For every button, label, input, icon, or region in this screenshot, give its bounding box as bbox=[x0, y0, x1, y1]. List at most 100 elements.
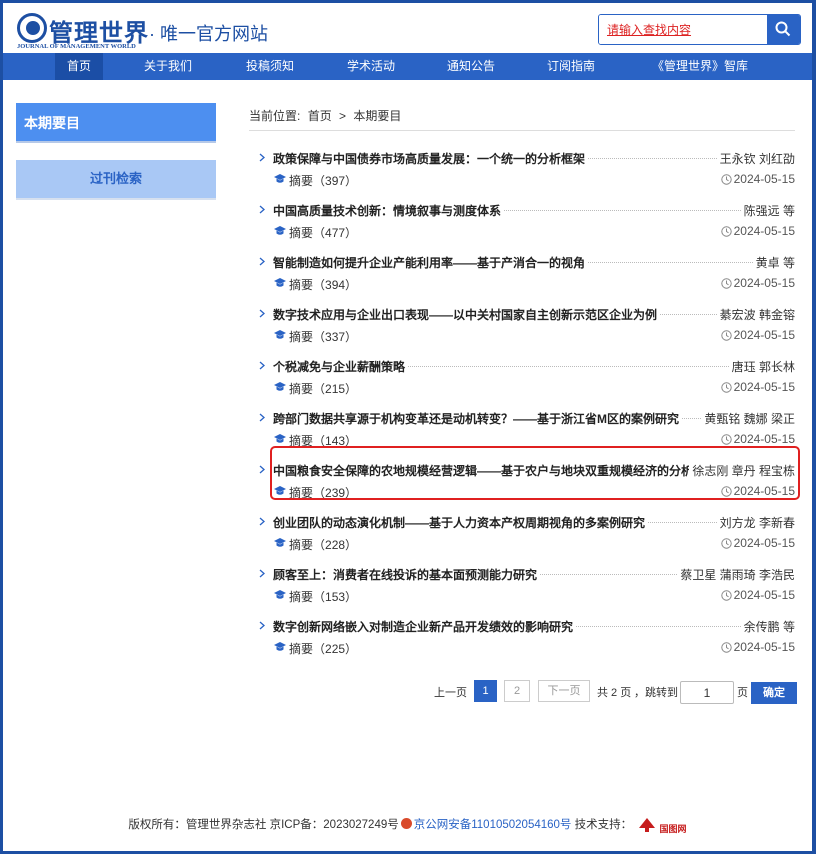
article-date: 2024-05-15 bbox=[720, 328, 795, 342]
site-logo[interactable]: 管理世界 JOURNAL OF MANAGEMENT WORLD bbox=[17, 13, 148, 51]
article-title[interactable]: 数字技术应用与企业出口表现——以中关村国家自主创新示范区企业为例 bbox=[273, 306, 660, 323]
article-title[interactable]: 智能制造如何提升企业产能利用率——基于产消合一的视角 bbox=[273, 254, 588, 271]
search-icon bbox=[775, 21, 791, 37]
nav-item-think-tank[interactable]: 《管理世界》智库 bbox=[645, 53, 755, 80]
abstract-link[interactable]: 摘要（153） bbox=[274, 588, 357, 605]
article-item: 智能制造如何提升企业产能利用率——基于产消合一的视角 黄卓 等摘要（394） 202… bbox=[249, 247, 795, 299]
article-title-row: 创业团队的动态演化机制——基于人力资本产权周期视角的多案例研究 刘方龙 李新春 bbox=[249, 514, 795, 531]
abstract-link[interactable]: 摘要（225） bbox=[274, 640, 358, 657]
abstract-link[interactable]: 摘要（215） bbox=[274, 380, 357, 397]
article-title[interactable]: 个税减免与企业薪酬策略 bbox=[273, 358, 408, 375]
graduation-cap-icon bbox=[274, 642, 286, 651]
article-meta-row: 摘要（394） 2024-05-15 bbox=[249, 276, 795, 292]
support-logo[interactable]: 国图网 bbox=[638, 818, 687, 835]
sidebar-item-current-issue[interactable]: 本期要目 bbox=[16, 103, 216, 143]
abstract-link[interactable]: 摘要（143） bbox=[274, 432, 357, 449]
abstract-count: （225） bbox=[313, 642, 358, 656]
article-authors: 徐志刚 章丹 程宝栋 bbox=[689, 462, 795, 479]
article-title[interactable]: 中国粮食安全保障的农地规模经营逻辑——基于农户与地块双重规模经济的分析视角 bbox=[273, 462, 720, 479]
graduation-cap-icon bbox=[274, 330, 286, 339]
abstract-link[interactable]: 摘要（239） bbox=[274, 484, 357, 501]
footer: 版权所有：管理世界杂志社 京ICP备：2023027249号 京公网安备11010… bbox=[3, 816, 812, 835]
pagination-prev[interactable]: 上一页 bbox=[434, 684, 467, 700]
site-slogan: · 唯一官方网站 bbox=[149, 24, 268, 44]
article-title[interactable]: 跨部门数据共享源于机构变革还是动机转变？——基于浙江省M区的案例研究 bbox=[273, 410, 681, 427]
article-title[interactable]: 政策保障与中国债券市场高质量发展：一个统一的分析框架 bbox=[273, 150, 588, 167]
footer-copyright: 版权所有：管理世界杂志社 京ICP备：2023027249号 bbox=[128, 819, 399, 831]
abstract-count: （394） bbox=[313, 278, 358, 292]
article-authors: 蔡卫星 蒲雨琦 李浩民 bbox=[677, 566, 795, 583]
search-input[interactable] bbox=[599, 15, 765, 44]
sidebar-item-archive-search[interactable]: 过刊检索 bbox=[16, 160, 216, 200]
abstract-label: 摘要 bbox=[289, 330, 314, 344]
article-title[interactable]: 创业团队的动态演化机制——基于人力资本产权周期视角的多案例研究 bbox=[273, 514, 648, 531]
article-title-row: 顾客至上：消费者在线投诉的基本面预测能力研究 蔡卫星 蒲雨琦 李浩民 bbox=[249, 566, 795, 583]
article-title-row: 数字创新网络嵌入对制造企业新产品开发绩效的影响研究 余传鹏 等 bbox=[249, 618, 795, 635]
footer-police-record[interactable]: 京公网安备11010502054160号 bbox=[414, 819, 572, 831]
article-authors: 唐珏 郭长林 bbox=[728, 358, 795, 375]
clock-icon bbox=[720, 642, 732, 653]
search-button[interactable] bbox=[767, 15, 800, 44]
footer-support-label: 技术支持： bbox=[574, 819, 633, 831]
chevron-right-icon bbox=[259, 309, 265, 318]
article-authors: 王永钦 刘红劭 bbox=[716, 150, 795, 167]
article-item: 跨部门数据共享源于机构变革还是动机转变？——基于浙江省M区的案例研究 黄甄铭 魏娜… bbox=[249, 403, 795, 455]
header: 管理世界 JOURNAL OF MANAGEMENT WORLD · 唯一官方网… bbox=[3, 3, 812, 53]
abstract-label: 摘要 bbox=[289, 174, 314, 188]
article-date-text: 2024-05-15 bbox=[733, 536, 795, 550]
article-title[interactable]: 中国高质量技术创新：情境叙事与测度体系 bbox=[273, 202, 504, 219]
nav-item-submission[interactable]: 投稿须知 bbox=[240, 53, 300, 80]
article-meta-row: 摘要（143） 2024-05-15 bbox=[249, 432, 795, 448]
article-title[interactable]: 顾客至上：消费者在线投诉的基本面预测能力研究 bbox=[273, 566, 540, 583]
abstract-link[interactable]: 摘要（228） bbox=[274, 536, 357, 553]
breadcrumb: 当前位置: 首页 > 本期要目 bbox=[249, 107, 795, 131]
abstract-count: （477） bbox=[313, 226, 358, 240]
article-date: 2024-05-15 bbox=[720, 588, 795, 602]
breadcrumb-home[interactable]: 首页 bbox=[308, 109, 332, 123]
clock-icon bbox=[720, 330, 732, 341]
guotu-logo-icon bbox=[639, 818, 656, 832]
article-date-text: 2024-05-15 bbox=[733, 380, 795, 394]
abstract-label: 摘要 bbox=[289, 486, 314, 500]
graduation-cap-icon bbox=[274, 174, 286, 183]
pagination-next[interactable]: 下一页 bbox=[538, 680, 590, 702]
pagination-page-2[interactable]: 2 bbox=[504, 680, 530, 702]
article-title-row: 个税减免与企业薪酬策略 唐珏 郭长林 bbox=[249, 358, 795, 375]
nav-item-home[interactable]: 首页 bbox=[55, 53, 103, 80]
breadcrumb-current: 本期要目 bbox=[353, 109, 402, 123]
article-title-row: 政策保障与中国债券市场高质量发展：一个统一的分析框架 王永钦 刘红劭 bbox=[249, 150, 795, 167]
abstract-link[interactable]: 摘要（477） bbox=[274, 224, 358, 241]
abstract-link[interactable]: 摘要（394） bbox=[274, 276, 358, 293]
pagination-page-input[interactable] bbox=[680, 681, 734, 704]
chevron-right-icon bbox=[259, 621, 265, 630]
nav-item-about[interactable]: 关于我们 bbox=[138, 53, 198, 80]
pagination-page-1[interactable]: 1 bbox=[474, 680, 497, 702]
nav-item-events[interactable]: 学术活动 bbox=[341, 53, 401, 80]
chevron-right-icon bbox=[259, 413, 265, 422]
article-meta-row: 摘要（477） 2024-05-15 bbox=[249, 224, 795, 240]
article-date-text: 2024-05-15 bbox=[733, 484, 795, 498]
article-meta-row: 摘要（153） 2024-05-15 bbox=[249, 588, 795, 604]
graduation-cap-icon bbox=[274, 226, 286, 235]
abstract-label: 摘要 bbox=[289, 434, 314, 448]
abstract-label: 摘要 bbox=[289, 538, 314, 552]
article-meta-row: 摘要（239） 2024-05-15 bbox=[249, 484, 795, 500]
nav-item-notices[interactable]: 通知公告 bbox=[441, 53, 501, 80]
article-item: 中国粮食安全保障的农地规模经营逻辑——基于农户与地块双重规模经济的分析视角 徐志刚… bbox=[249, 455, 795, 507]
article-date-text: 2024-05-15 bbox=[733, 640, 795, 654]
article-date: 2024-05-15 bbox=[720, 380, 795, 394]
article-title[interactable]: 数字创新网络嵌入对制造企业新产品开发绩效的影响研究 bbox=[273, 618, 576, 635]
abstract-link[interactable]: 摘要（397） bbox=[274, 172, 357, 189]
nav-item-subscribe[interactable]: 订阅指南 bbox=[541, 53, 601, 80]
article-date-text: 2024-05-15 bbox=[733, 276, 795, 290]
logo-emblem-icon bbox=[17, 13, 47, 43]
article-item: 政策保障与中国债券市场高质量发展：一个统一的分析框架 王永钦 刘红劭摘要（397）… bbox=[249, 143, 795, 195]
article-date-text: 2024-05-15 bbox=[733, 172, 795, 186]
pagination-confirm-button[interactable]: 确定 bbox=[751, 682, 797, 704]
abstract-count: （337） bbox=[313, 330, 358, 344]
article-item: 中国高质量技术创新：情境叙事与测度体系 陈强远 等摘要（477） 2024-05-1… bbox=[249, 195, 795, 247]
article-date: 2024-05-15 bbox=[720, 484, 795, 498]
search-box bbox=[598, 14, 801, 45]
chevron-right-icon bbox=[259, 257, 265, 266]
abstract-link[interactable]: 摘要（337） bbox=[274, 328, 358, 345]
